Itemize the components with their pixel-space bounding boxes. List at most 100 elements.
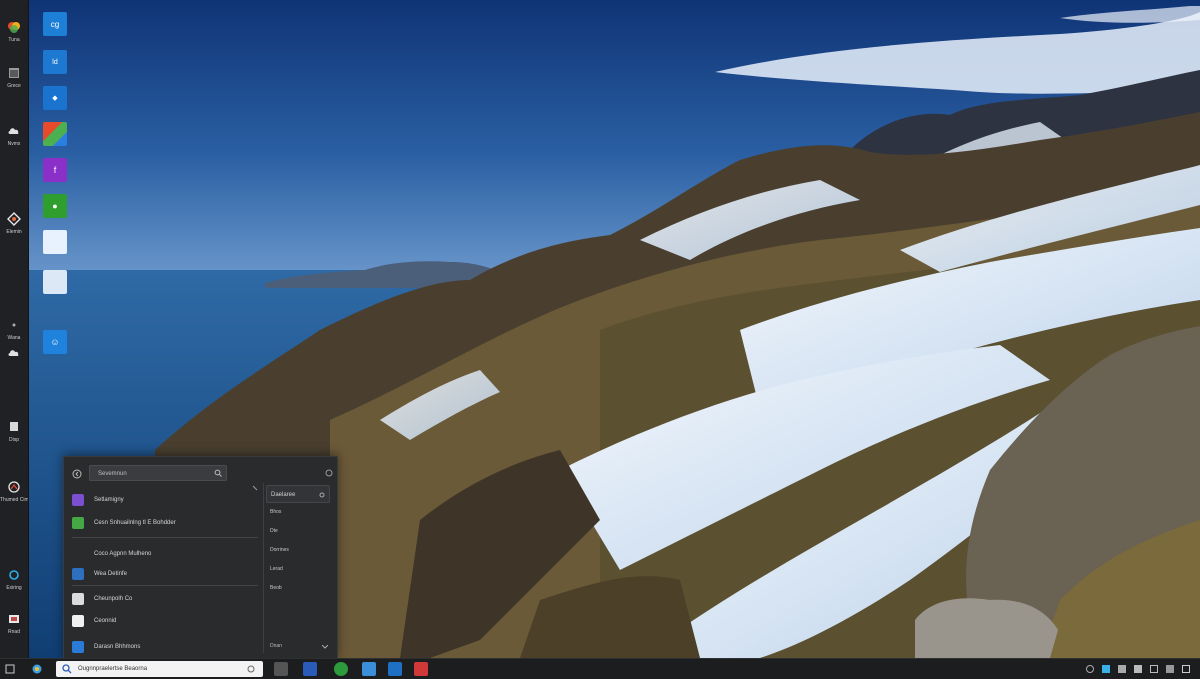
desktop-icon-8[interactable] (41, 270, 69, 294)
app-window-icon[interactable] (362, 662, 376, 676)
close-icon[interactable] (325, 469, 333, 477)
settings-icon (319, 492, 325, 498)
divider (263, 483, 264, 653)
desktop-icon-6[interactable]: ● (41, 194, 69, 218)
back-icon[interactable] (72, 469, 82, 479)
list-item-label: Darasn Bhhmons (94, 644, 141, 650)
desktop-icon-4[interactable] (41, 122, 69, 146)
colorful-app-icon (43, 122, 67, 146)
app-red-icon[interactable] (414, 662, 428, 676)
app-tile-icon: ◆ (43, 86, 67, 110)
app-blue-icon[interactable] (303, 662, 317, 676)
app-green-icon[interactable] (334, 662, 348, 676)
rail-item-disp[interactable]: Disp (0, 420, 28, 443)
footer-label: Dnan (270, 643, 282, 649)
tray-volume-icon[interactable] (1166, 665, 1174, 673)
list-item-label: Coco Agpnn Mulheno (94, 551, 152, 557)
list-item-label: Wea Detinfe (94, 571, 127, 577)
app-tile-icon: ld (43, 50, 67, 74)
rail-item-label: Elemin (6, 229, 22, 235)
rail-item-grece[interactable]: Grece (0, 66, 28, 89)
right-column-header[interactable]: Daelaree (266, 485, 330, 503)
desktop-icon-2[interactable]: ld (41, 50, 69, 74)
microphone-icon[interactable] (247, 665, 255, 673)
search-icon (62, 664, 72, 674)
desktop-icon-3[interactable]: ◆ (41, 86, 69, 110)
right-column: Daelaree Bhos Dte Dorrines Lerad Beob (266, 485, 334, 598)
ring-icon (9, 570, 19, 580)
list-item[interactable]: Wea Detinfe (72, 565, 264, 583)
right-column-item[interactable]: Dorrines (266, 541, 334, 560)
document-icon (43, 270, 67, 294)
list-item[interactable]: Coco Agpnn Mulheno (72, 545, 264, 563)
chevron-down-icon[interactable] (322, 645, 328, 649)
rail-item-label: Thumed Cimas (0, 497, 28, 503)
right-column-item[interactable]: Bhos (266, 503, 334, 522)
rail-item-label: Wana (7, 335, 21, 341)
tray-share-icon[interactable] (1118, 665, 1126, 673)
list-item[interactable]: Darasn Bhhmons (72, 638, 264, 656)
app-icon (72, 593, 84, 605)
tray-network-icon[interactable] (1102, 665, 1110, 673)
window-icon (9, 68, 19, 78)
rail-item-elemin[interactable]: Elemin (0, 212, 28, 235)
start-button-icon[interactable] (5, 664, 15, 674)
rail-item-label: Grece (7, 83, 21, 89)
desktop-icon-9[interactable]: ☺ (41, 330, 69, 354)
list-item[interactable]: Cheunpolh Co (72, 590, 264, 608)
rail-item-wana[interactable]: Wana (0, 318, 28, 341)
rail-item-label: Tuna (8, 37, 20, 43)
rail-item-rnad[interactable]: Rnad (0, 612, 28, 635)
rail-item-exiring[interactable]: Exiring (0, 568, 28, 591)
taskbar-search-input[interactable]: Ougnnpraelertse Beaorna (56, 661, 263, 677)
app-icon (72, 494, 84, 506)
colorful-app-icon[interactable] (31, 663, 43, 675)
app-icon (72, 517, 84, 529)
rail-item-nvmx[interactable]: Nvmx (0, 124, 28, 147)
tray-status-icon[interactable] (1086, 665, 1094, 673)
tile-icon (9, 615, 19, 623)
color-app-icon (8, 22, 20, 33)
list-item[interactable]: Cesn Snhuailnlng tl E Bohdder (72, 514, 264, 532)
right-column-item[interactable]: Beob (266, 579, 334, 598)
start-search-input[interactable]: Sevemnun (89, 465, 227, 481)
task-view-icon[interactable] (274, 662, 288, 676)
app-tile-icon: ☺ (43, 330, 67, 354)
list-item-label: Setlamigny (94, 497, 124, 503)
search-icon[interactable] (214, 469, 222, 477)
start-menu-panel: Sevemnun Setlamigny Cesn Snhuailnlng tl … (63, 456, 338, 660)
list-item-label: Cheunpolh Co (94, 596, 133, 602)
desktop-icon-5[interactable]: f (41, 158, 69, 182)
right-column-item[interactable]: Lerad (266, 560, 334, 579)
rail-item-tuna[interactable]: Tuna (0, 20, 28, 43)
left-rail: Tuna Grece Nvmx Elemin Wana Disp Thumed … (0, 0, 29, 658)
tray-settings-icon[interactable] (1134, 665, 1142, 673)
rail-item-thumed-cimas[interactable]: Thumed Cimas (0, 480, 28, 503)
rail-item-label: Exiring (6, 585, 22, 591)
rail-item-label: Rnad (8, 629, 20, 635)
list-item[interactable]: Setlamigny (72, 491, 264, 509)
list-item[interactable]: Ceonnid (72, 612, 264, 630)
notification-icon[interactable] (1182, 665, 1190, 673)
app-icon (72, 615, 84, 627)
app-store-icon[interactable] (388, 662, 402, 676)
desktop-icon-7[interactable] (41, 230, 69, 254)
app-tile-icon: ● (43, 194, 67, 218)
diamond-icon (7, 212, 21, 226)
divider (72, 585, 258, 586)
dot-icon (12, 323, 16, 327)
taskbar: Ougnnpraelertse Beaorna (0, 658, 1200, 679)
app-icon (72, 641, 84, 653)
list-item-label: Cesn Snhuailnlng tl E Bohdder (94, 520, 176, 526)
cloud-icon (8, 128, 19, 134)
rail-item-cloud[interactable] (0, 346, 28, 363)
tray-window-icon[interactable] (1150, 665, 1158, 673)
right-column-item[interactable]: Dte (266, 522, 334, 541)
list-item-label: Ceonnid (94, 618, 117, 624)
app-tile-icon: cg (43, 12, 67, 36)
expand-icon[interactable] (252, 485, 258, 491)
app-tile-icon: f (43, 158, 67, 182)
window-icon (10, 422, 18, 431)
desktop-icon-1[interactable]: cg (41, 12, 69, 36)
cloud-icon (8, 350, 19, 356)
